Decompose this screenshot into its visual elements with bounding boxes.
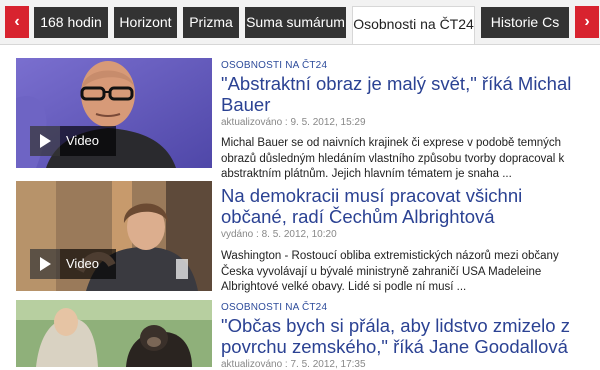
video-badge[interactable]: Video: [30, 249, 116, 279]
tab-osobnosti-na-ct24[interactable]: Osobnosti na ČT24: [352, 6, 475, 44]
article-date: aktualizováno : 7. 5. 2012, 17:35: [221, 359, 366, 370]
tab-horizont[interactable]: Horizont: [114, 7, 177, 38]
article-title[interactable]: "Občas bych si přála, aby lidstvo zmizel…: [221, 315, 591, 357]
article-title[interactable]: "Abstraktní obraz je malý svět," říká Mi…: [221, 73, 591, 115]
article-item: Video OSOBNOSTI NA ČT24 "Abstraktní obra…: [16, 58, 586, 180]
article-item: OSOBNOSTI NA ČT24 "Občas bych si přála, …: [16, 300, 586, 370]
article-perex: Washington - Rostoucí obliba extremistic…: [221, 250, 559, 293]
article-section[interactable]: OSOBNOSTI NA ČT24: [221, 302, 591, 313]
video-label: Video: [66, 133, 100, 148]
article-perex: Michal Bauer se od naivních krajinek či …: [221, 137, 565, 180]
article-title[interactable]: Na demokracii musí pracovat všichni obča…: [221, 185, 591, 227]
prev-tabs-arrow[interactable]: ‹: [5, 6, 29, 38]
play-icon: [30, 126, 60, 156]
tab-prizma[interactable]: Prizma: [183, 7, 239, 38]
article-item: Video Na demokracii musí pracovat všichn…: [16, 181, 586, 293]
next-tabs-arrow[interactable]: ›: [575, 6, 599, 38]
tab-suma-sumarum[interactable]: Suma sumárum: [245, 7, 346, 38]
article-thumbnail[interactable]: [16, 300, 212, 367]
article-thumbnail[interactable]: Video: [16, 181, 212, 291]
goodall-chimp-image: [16, 300, 212, 367]
article-thumbnail[interactable]: Video: [16, 58, 212, 168]
article-date: aktualizováno : 9. 5. 2012, 15:29: [221, 117, 366, 128]
tab-historie-cs[interactable]: Historie Cs: [481, 7, 569, 38]
tab-bar: ‹ 168 hodin Horizont Prizma Suma sumárum…: [0, 0, 600, 45]
article-section[interactable]: OSOBNOSTI NA ČT24: [221, 60, 591, 71]
video-label: Video: [66, 256, 100, 271]
article-date: vydáno : 8. 5. 2012, 10:20: [221, 229, 337, 240]
tab-168-hodin[interactable]: 168 hodin: [34, 7, 108, 38]
video-badge[interactable]: Video: [30, 126, 116, 156]
play-icon: [30, 249, 60, 279]
